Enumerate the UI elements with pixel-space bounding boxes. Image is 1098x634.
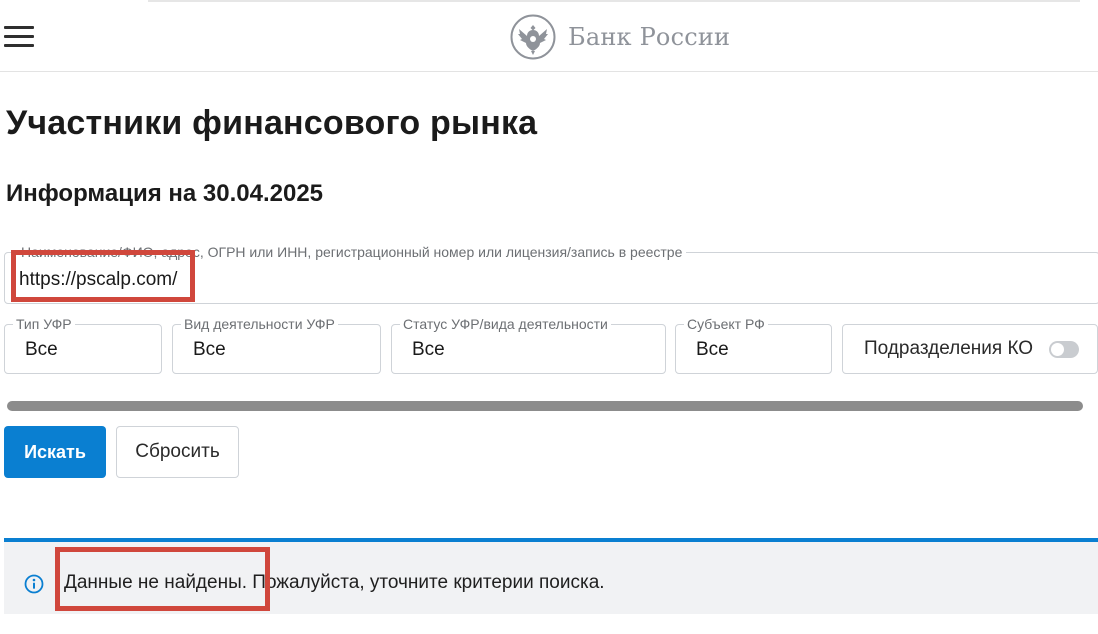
search-field[interactable]: Наименование/ФИО, адрес, ОГРН или ИНН, р…: [4, 244, 1098, 304]
ko-divisions-filter: Подразделения КО: [842, 324, 1098, 374]
filter-activity-type[interactable]: Вид деятельности УФР Все: [172, 316, 381, 374]
filter-label: Субъект РФ: [684, 316, 768, 332]
search-input[interactable]: [19, 267, 919, 293]
filter-value: Все: [25, 339, 58, 360]
filter-label: Тип УФР: [13, 316, 75, 332]
notice-text: Данные не найдены. Пожалуйста, уточните …: [64, 572, 605, 593]
bank-logo[interactable]: Банк России: [510, 14, 730, 60]
hamburger-menu-icon[interactable]: [4, 26, 34, 48]
site-header: Банк России: [0, 0, 1098, 72]
info-date-heading: Информация на 30.04.2025: [6, 180, 324, 207]
filter-value: Все: [193, 339, 226, 360]
search-button[interactable]: Искать: [4, 426, 106, 478]
double-headed-eagle-emblem: [510, 14, 556, 60]
filter-region[interactable]: Субъект РФ Все: [675, 316, 832, 374]
horizontal-scrollbar[interactable]: [4, 398, 1086, 414]
filter-value: Все: [696, 339, 729, 360]
page-title: Участники финансового рынка: [6, 104, 538, 142]
toggle-knob: [1051, 343, 1064, 356]
filter-ufr-type[interactable]: Тип УФР Все: [4, 316, 162, 374]
reset-button[interactable]: Сбросить: [116, 426, 239, 478]
ko-divisions-toggle[interactable]: [1049, 341, 1079, 358]
bank-name: Банк России: [568, 23, 731, 51]
no-results-notice: Данные не найдены. Пожалуйста, уточните …: [4, 538, 1098, 614]
filter-status[interactable]: Статус УФР/вида деятельности Все: [391, 316, 666, 374]
filter-label: Вид деятельности УФР: [181, 316, 338, 332]
info-circle-icon: [24, 574, 44, 594]
filter-label: Статус УФР/вида деятельности: [400, 316, 611, 332]
filter-value: Все: [412, 339, 445, 360]
search-field-label: Наименование/ФИО, адрес, ОГРН или ИНН, р…: [17, 244, 687, 260]
scrollbar-thumb[interactable]: [7, 401, 1083, 411]
ko-divisions-label: Подразделения КО: [864, 338, 1034, 359]
